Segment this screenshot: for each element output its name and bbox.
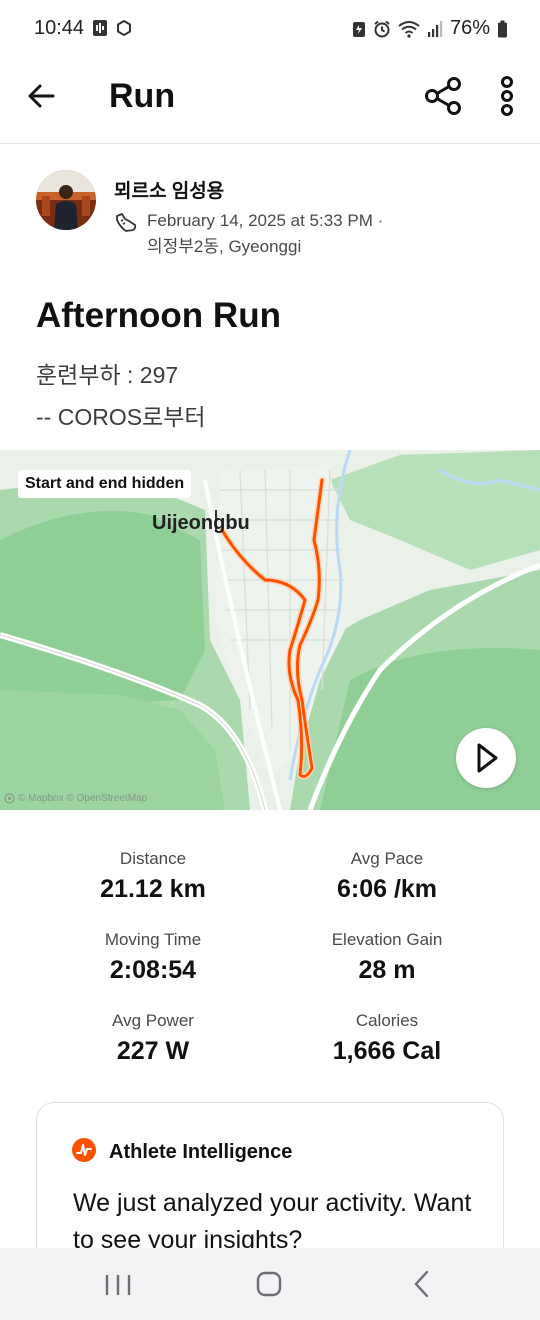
- avatar-image: [36, 170, 96, 230]
- recorder-icon: [93, 20, 107, 36]
- wifi-icon: [398, 20, 420, 38]
- stat-moving-time: Moving Time 2:08:54: [33, 930, 273, 985]
- app-notification-icon: [117, 19, 131, 37]
- stat-value: 21.12 km: [100, 875, 206, 903]
- home-icon: [256, 1271, 282, 1297]
- system-navigation-bar: [0, 1248, 540, 1320]
- shoe-icon: [116, 213, 137, 232]
- stat-value: 1,666 Cal: [332, 1037, 442, 1065]
- mapbox-logo-icon: [4, 793, 15, 804]
- stat-label: Calories: [355, 1011, 419, 1030]
- flyover-play-button[interactable]: [456, 728, 516, 788]
- play-icon: [477, 743, 498, 773]
- activity-title: Afternoon Run: [36, 296, 281, 335]
- athlete-name[interactable]: 뫼르소 임성용: [114, 176, 224, 203]
- activity-date: February 14, 2025 at 5:33 PM ·: [147, 211, 384, 230]
- stat-avg-power: Avg Power 227 W: [33, 1011, 273, 1066]
- alarm-icon: [374, 20, 390, 37]
- page-title: Run: [109, 77, 176, 115]
- system-back-button[interactable]: [411, 1270, 431, 1298]
- stat-value: 227 W: [116, 1037, 190, 1065]
- back-arrow-icon: [28, 84, 55, 108]
- map-city-label: Uijeongbu: [152, 512, 250, 534]
- stat-label: Elevation Gain: [331, 930, 443, 949]
- stat-elevation-gain: Elevation Gain 28 m: [267, 930, 507, 985]
- status-bar: 10:44 76%: [0, 0, 540, 58]
- nav-back-icon: [414, 1270, 429, 1298]
- status-time: 10:44: [34, 17, 85, 39]
- stat-label: Distance: [119, 849, 187, 868]
- start-end-hidden-badge: Start and end hidden: [18, 470, 192, 498]
- stat-label: Avg Power: [112, 1011, 194, 1030]
- activity-location: 의정부2동, Gyeonggi: [147, 237, 302, 256]
- stat-distance: Distance 21.12 km: [33, 849, 273, 904]
- stat-label: Avg Pace: [350, 849, 424, 868]
- athlete-intelligence-icon: [72, 1138, 96, 1162]
- activity-description-line: -- COROS로부터: [36, 404, 206, 430]
- share-button[interactable]: [422, 74, 466, 118]
- status-notification-icons: [92, 19, 132, 37]
- map-attribution-text: © Mapbox © OpenStreetMap: [18, 793, 148, 804]
- home-button[interactable]: [256, 1271, 282, 1297]
- stat-label: Moving Time: [104, 930, 202, 949]
- stat-value: 6:06 /km: [336, 875, 438, 903]
- battery-percent: 76%: [449, 17, 490, 39]
- avatar[interactable]: [36, 170, 96, 230]
- app-bar: Run: [0, 58, 540, 144]
- stat-avg-pace: Avg Pace 6:06 /km: [267, 849, 507, 904]
- battery-saver-icon: [352, 21, 365, 37]
- activity-meta: February 14, 2025 at 5:33 PM · 의정부2동, Gy…: [147, 208, 383, 260]
- recents-icon: [105, 1275, 131, 1295]
- card-title: Athlete Intelligence: [109, 1141, 293, 1163]
- athlete-header[interactable]: 뫼르소 임성용 February 14, 2025 at 5:33 PM · 의…: [36, 170, 516, 270]
- more-vertical-icon: [501, 76, 513, 116]
- battery-icon: [498, 20, 507, 37]
- map-attribution[interactable]: © Mapbox © OpenStreetMap: [4, 793, 147, 804]
- stat-value: 2:08:54: [109, 956, 197, 984]
- activity-description-line: 훈련부하 : 297: [36, 362, 179, 388]
- share-icon: [425, 77, 461, 115]
- more-options-button[interactable]: [494, 74, 520, 118]
- stat-calories: Calories 1,666 Cal: [267, 1011, 507, 1066]
- status-system-icons: 76%: [352, 17, 508, 40]
- recents-button[interactable]: [104, 1273, 132, 1297]
- back-button[interactable]: [24, 78, 60, 114]
- stat-value: 28 m: [358, 956, 416, 984]
- signal-icon: [427, 20, 443, 37]
